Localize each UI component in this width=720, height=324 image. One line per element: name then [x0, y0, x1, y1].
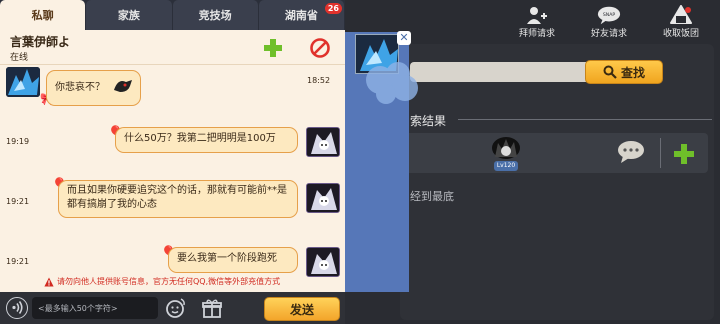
message-timestamp: 18:52	[307, 76, 331, 85]
message-text: 什么50万？我第二把明明是100万	[124, 133, 276, 144]
message-bubble: 要么我第一个阶段跑死	[168, 247, 298, 273]
my-avatar[interactable]	[306, 127, 340, 157]
warning-icon	[44, 277, 54, 286]
result-row-divider	[660, 138, 661, 168]
my-avatar[interactable]	[306, 183, 340, 213]
friend-request-icon: SNAP	[597, 4, 621, 26]
mentor-request-label: 拜师请求	[518, 29, 555, 39]
emoji-icon	[166, 298, 185, 318]
block-icon	[310, 38, 330, 58]
send-button[interactable]: 发送	[264, 297, 340, 321]
search-result-row[interactable]	[404, 133, 708, 173]
message-text: 要么我第一个阶段跑死	[177, 253, 277, 264]
chat-window: 私聊 家族 竞技场 湖南省 26 言葉伊師よ 在线 🎀 你悲哀不？	[0, 0, 345, 324]
tab-arena[interactable]: 竞技场	[172, 0, 258, 30]
message-text: 而且如果你硬要追究这个的话，那就有可能前**是都有搞崩了我的心态	[67, 185, 287, 210]
chat-tabs: 私聊 家族 竞技场 湖南省 26	[0, 0, 345, 30]
list-end-note: 经到最底	[410, 190, 454, 203]
unread-badge: 26	[324, 3, 342, 14]
top-action-bar: 拜师请求 SNAP 好友请求 收取饭团	[506, 4, 712, 42]
result-player-avatar[interactable]	[492, 137, 520, 159]
warning-text: 请勿向他人提供账号信息，官方无任何QQ,微信等外部充值方式	[57, 277, 281, 286]
tab-label: 家族	[117, 9, 140, 22]
message-list[interactable]: 🎀 你悲哀不？ 18:52 19:19 🎈 什么50万？我第二把明明是100万 …	[0, 65, 345, 292]
results-divider	[458, 119, 712, 120]
close-icon[interactable]: ✕	[397, 31, 411, 45]
emoji-button[interactable]	[165, 297, 187, 319]
mentor-request-button[interactable]: 拜师请求	[506, 4, 568, 42]
add-friend-button[interactable]	[262, 37, 284, 59]
gift-button[interactable]	[201, 297, 223, 319]
block-user-button[interactable]	[309, 37, 331, 59]
tab-label: 湖南省	[284, 9, 318, 22]
search-panel	[400, 44, 714, 320]
tab-private-chat[interactable]: 私聊	[0, 0, 86, 30]
svg-text:SNAP: SNAP	[603, 12, 616, 18]
search-results-title: 索结果	[410, 114, 447, 128]
app-screen: 拜师请求 SNAP 好友请求 收取饭团 查找 索结果 Lv120 经到最底 ✕ …	[0, 0, 720, 324]
decorative-bubbles	[350, 60, 430, 110]
friend-search-input[interactable]	[410, 62, 590, 82]
message-bubble: 什么50万？我第二把明明是100万	[115, 127, 298, 153]
contact-avatar[interactable]	[6, 67, 40, 97]
contact-name: 言葉伊師よ	[10, 35, 71, 49]
add-mentor-icon	[525, 4, 549, 26]
rice-ball-icon	[669, 4, 693, 26]
collect-rice-ball-label: 收取饭团	[662, 29, 699, 39]
collect-rice-ball-button[interactable]: 收取饭团	[650, 4, 712, 42]
search-button-label: 查找	[620, 65, 645, 80]
message-input[interactable]	[32, 297, 158, 319]
security-warning: 请勿向他人提供账号信息，官方无任何QQ,微信等外部充值方式	[44, 276, 280, 287]
chat-bubble-icon[interactable]	[617, 140, 645, 164]
gift-icon	[202, 299, 222, 318]
add-friend-plus-icon[interactable]	[672, 142, 696, 166]
tab-label: 竞技场	[198, 9, 232, 22]
plus-icon	[264, 39, 282, 57]
message-timestamp: 19:19	[6, 137, 30, 146]
friend-request-button[interactable]: SNAP 好友请求	[578, 4, 640, 42]
search-icon	[603, 65, 617, 79]
my-avatar[interactable]	[306, 247, 340, 277]
search-button[interactable]: 查找	[585, 60, 663, 84]
sound-wave-icon	[12, 301, 23, 314]
message-bubble: 而且如果你硬要追究这个的话，那就有可能前**是都有搞崩了我的心态	[58, 180, 298, 218]
voice-input-button[interactable]	[6, 297, 28, 319]
bubble-sticker-icon	[112, 78, 134, 94]
result-player-level: Lv120	[494, 161, 518, 171]
friend-request-label: 好友请求	[590, 29, 627, 39]
tab-label: 私聊	[31, 9, 54, 22]
message-timestamp: 19:21	[6, 197, 30, 206]
message-text: 你悲哀不？	[55, 82, 105, 93]
message-timestamp: 19:21	[6, 257, 30, 266]
tab-province[interactable]: 湖南省 26	[258, 0, 344, 30]
tab-family[interactable]: 家族	[86, 0, 172, 30]
contact-status: 在线	[10, 53, 29, 63]
